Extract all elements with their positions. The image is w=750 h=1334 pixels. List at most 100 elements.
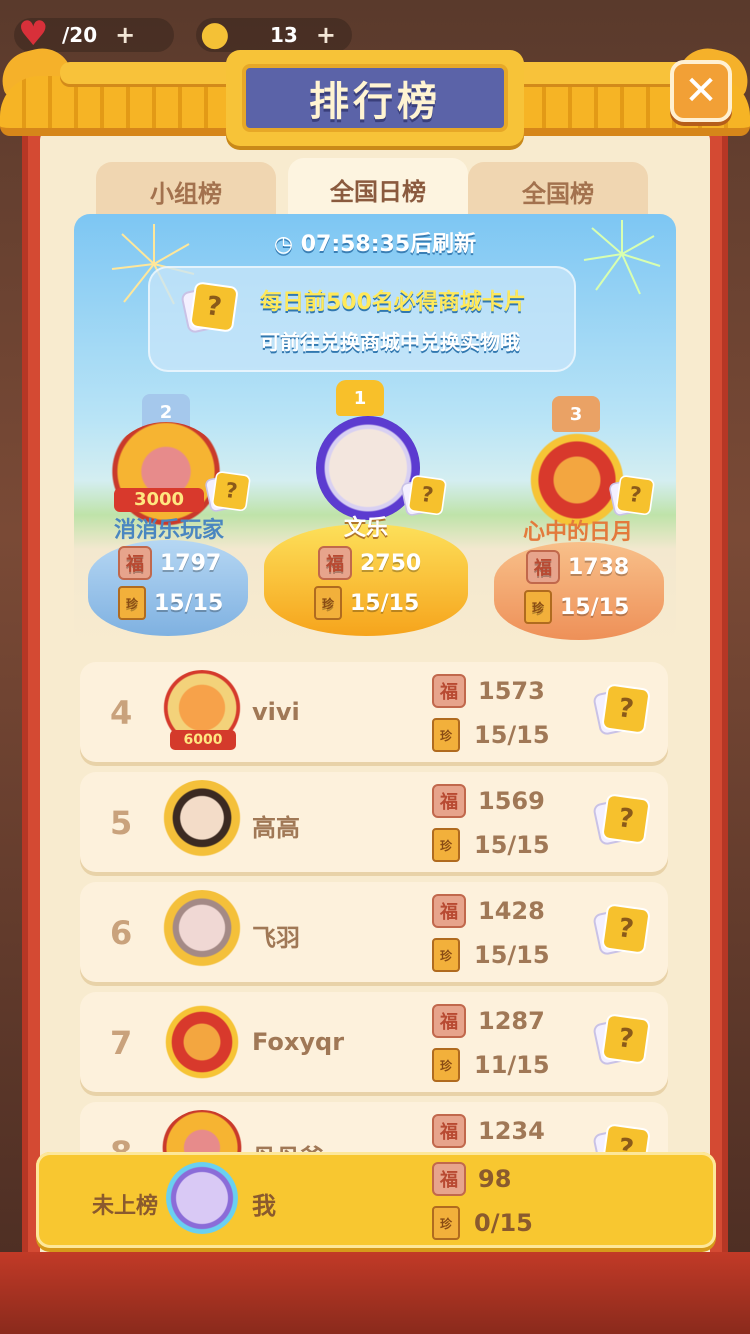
list-item[interactable]: 6 飞羽 福 1428 珍 15/15 ? [80, 882, 668, 982]
player-name: 高高 [252, 814, 300, 842]
shop-card-icon: ? [592, 1013, 651, 1068]
podium-second-name: 消消乐玩家 [113, 518, 224, 543]
firework-right [583, 220, 661, 295]
player-score: 福 1287 [432, 1004, 545, 1038]
podium-first-score-value: 2750 [360, 550, 422, 576]
player-name: vivi [252, 698, 300, 726]
reward-banner: ? 每日前500名必得商城卡片 可前往兑换商城中兑换实物哦 [148, 266, 576, 372]
refresh-timer-text: 07:58:35后刷新 [300, 232, 477, 257]
fu-icon: 福 [432, 784, 466, 818]
player-score: 福 1234 [432, 1114, 545, 1148]
page-title: 排行榜 [242, 64, 508, 132]
player-books-value: 15/15 [474, 721, 550, 749]
fu-icon: 福 [432, 1114, 466, 1148]
player-books-value: 15/15 [474, 941, 550, 969]
fu-icon: 福 [432, 894, 466, 928]
book-icon: 珍 [118, 586, 146, 620]
podium-second-books-value: 15/15 [154, 590, 224, 616]
shop-card-icon: ? [592, 793, 651, 848]
my-avatar [166, 1162, 238, 1234]
rank-number: 7 [110, 1024, 133, 1062]
player-avatar [160, 890, 244, 974]
podium-third-books: 珍 15/15 [524, 590, 629, 624]
podium-first[interactable]: 1 ? 文乐 福 2750 珍 15/15 [264, 378, 484, 642]
fu-icon: 福 [526, 550, 560, 584]
podium-third-score-value: 1738 [568, 554, 630, 580]
player-score-value: 1428 [478, 897, 545, 925]
podium-first-books: 珍 15/15 [314, 586, 419, 620]
player-score-value: 1569 [478, 787, 545, 815]
player-avatar [160, 1000, 244, 1084]
rank-number: 6 [110, 914, 133, 952]
podium-second-books: 珍 15/15 [118, 586, 223, 620]
player-books-value: 11/15 [474, 1051, 550, 1079]
player-avatar [160, 780, 244, 864]
player-books-value: 15/15 [474, 831, 550, 859]
player-score: 福 1573 [432, 674, 545, 708]
frame-base [0, 1252, 750, 1334]
player-books: 珍 15/15 [432, 828, 550, 862]
podium-third-books-value: 15/15 [560, 594, 630, 620]
shop-card-icon: ? [180, 281, 242, 354]
fu-icon: 福 [432, 1162, 466, 1196]
tab-national[interactable]: 全国榜 [468, 162, 648, 220]
fu-icon: 福 [432, 1004, 466, 1038]
close-icon: ✕ [684, 68, 718, 114]
podium-third-score: 福 1738 [526, 550, 629, 584]
reward-banner-line2: 可前往兑换商城中兑换实物哦 [260, 330, 520, 354]
podium-second[interactable]: 2 3000 ? 消消乐玩家 福 1797 珍 15/15 [84, 392, 254, 642]
top-three-panel: ◷ 07:58:35后刷新 ? 每日前500名必得商城卡片 可前往兑换商城中兑换… [74, 214, 676, 644]
player-score: 福 1428 [432, 894, 545, 928]
my-name: 我 [252, 1192, 276, 1220]
player-name: 飞羽 [252, 924, 300, 952]
player-score-value: 1287 [478, 1007, 545, 1035]
player-books: 珍 15/15 [432, 938, 550, 972]
rank-number: 4 [110, 694, 133, 732]
book-icon: 珍 [432, 828, 460, 862]
list-item[interactable]: 7 Foxyqr 福 1287 珍 11/15 ? [80, 992, 668, 1092]
list-item[interactable]: 5 高高 福 1569 珍 15/15 ? [80, 772, 668, 872]
book-icon: 珍 [432, 938, 460, 972]
player-score-value: 1573 [478, 677, 545, 705]
clock-icon: ◷ [273, 232, 294, 257]
my-score: 福 98 [432, 1162, 511, 1196]
fu-icon: 福 [432, 674, 466, 708]
rank-1-crown-icon: 1 [336, 380, 384, 416]
podium-first-score: 福 2750 [318, 546, 421, 580]
book-icon: 珍 [314, 586, 342, 620]
shop-card-icon: ? [592, 903, 651, 958]
rank-3-crown-icon: 3 [552, 396, 600, 432]
podium-second-score-value: 1797 [160, 550, 222, 576]
podium-first-name: 文乐 [343, 516, 388, 541]
title-plaque: 排行榜 [226, 50, 524, 146]
avatar-badge: 6000 [170, 730, 236, 750]
podium-second-badge: 3000 [114, 488, 204, 512]
leaderboard-tabs: 小组榜 全国日榜 全国榜 [96, 158, 656, 220]
player-books: 珍 11/15 [432, 1048, 550, 1082]
shop-card-icon: ? [592, 683, 651, 738]
reward-banner-line1: 每日前500名必得商城卡片 [260, 290, 526, 315]
player-score-value: 1234 [478, 1117, 545, 1145]
my-rank-bar[interactable]: 未上榜 我 福 98 珍 0/15 [36, 1152, 716, 1248]
player-score: 福 1569 [432, 784, 545, 818]
my-books: 珍 0/15 [432, 1206, 533, 1240]
podium-third-name: 心中的日月 [522, 520, 633, 545]
my-books-value: 0/15 [474, 1209, 533, 1237]
fu-icon: 福 [118, 546, 152, 580]
player-books: 珍 15/15 [432, 718, 550, 752]
tab-national-daily[interactable]: 全国日榜 [288, 158, 468, 220]
rank-number: 5 [110, 804, 133, 842]
my-score-value: 98 [478, 1165, 512, 1193]
player-name: Foxyqr [252, 1028, 345, 1056]
list-item[interactable]: 4 6000 vivi 福 1573 珍 15/15 ? [80, 662, 668, 762]
book-icon: 珍 [432, 1206, 460, 1240]
podium-third[interactable]: 3 ? 心中的日月 福 1738 珍 15/15 [488, 394, 668, 642]
fu-icon: 福 [318, 546, 352, 580]
my-rank-label: 未上榜 [92, 1194, 159, 1219]
book-icon: 珍 [432, 718, 460, 752]
book-icon: 珍 [432, 1048, 460, 1082]
podium-second-score: 福 1797 [118, 546, 221, 580]
tab-group[interactable]: 小组榜 [96, 162, 276, 220]
book-icon: 珍 [524, 590, 552, 624]
close-button[interactable]: ✕ [670, 60, 732, 122]
